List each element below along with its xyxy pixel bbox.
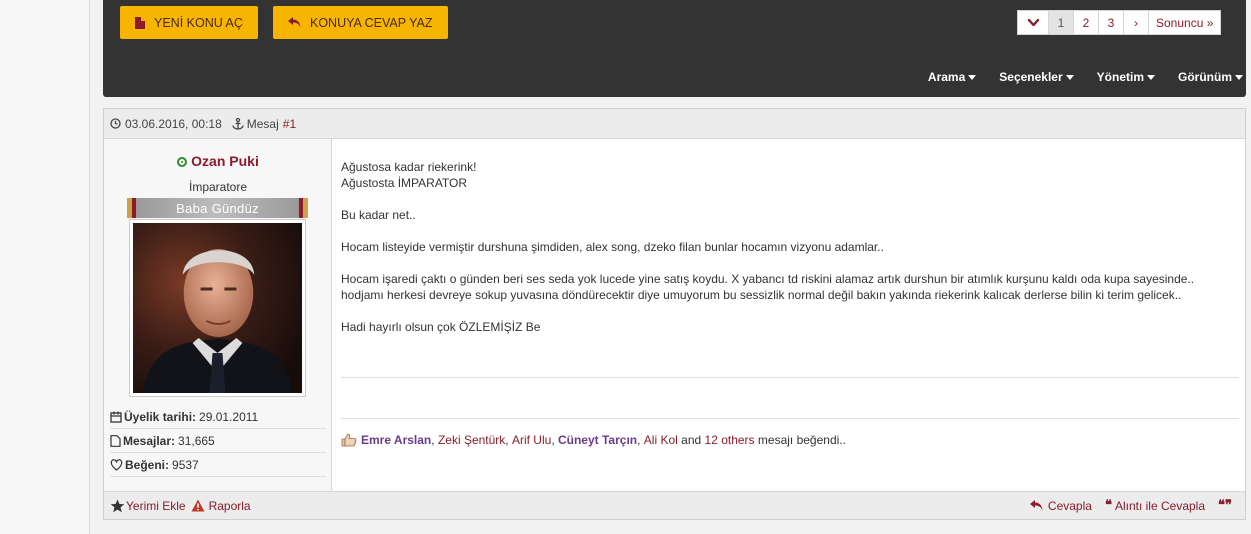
message-line: Ağustosa kadar riekerink! xyxy=(341,160,477,174)
likes-divider xyxy=(341,418,1239,419)
star-icon xyxy=(110,499,125,512)
menu-admin-label: Yönetim xyxy=(1096,70,1144,84)
like-user-link[interactable]: Cüneyt Tarçın xyxy=(558,433,637,447)
quote-reply-button[interactable]: ❝ Alıntı ile Cevapla xyxy=(1105,498,1205,513)
reply-topic-label: KONUYA CEVAP YAZ xyxy=(310,15,433,30)
menu-search[interactable]: Arama xyxy=(927,70,977,84)
username-text: Ozan Puki xyxy=(191,153,259,169)
like-user-link[interactable]: Zeki Şentürk xyxy=(438,433,505,447)
pagination: 1 2 3 › Sonuncu » xyxy=(1017,10,1222,35)
post-permalink[interactable]: #1 xyxy=(283,117,296,131)
message-paragraph: Hadi hayırlı olsun çok ÖZLEMİŞİZ Be xyxy=(341,320,541,334)
menu-admin[interactable]: Yönetim xyxy=(1097,70,1155,84)
like-separator: , xyxy=(551,433,558,447)
like-user-link[interactable]: Arif Ulu xyxy=(512,433,551,447)
user-stats: Üyelik tarihi: 29.01.2011 Mesajlar: 31,6… xyxy=(110,405,326,477)
reply-post-button[interactable]: Cevapla xyxy=(1029,498,1092,513)
post-footer: Yerimi Ekle Raporla Cevapla ❝ Alıntı ile… xyxy=(104,491,1245,519)
reply-arrow-icon xyxy=(1029,500,1043,511)
last-page-link[interactable]: Sonuncu » xyxy=(1148,10,1222,35)
left-gutter xyxy=(0,0,90,534)
like-count-label: Beğeni: xyxy=(125,457,170,472)
page-1-link[interactable]: 1 xyxy=(1048,10,1074,35)
user-post-count: Mesajlar: 31,665 xyxy=(110,429,326,453)
post-count-value: 31,665 xyxy=(178,433,215,448)
post-count-label: Mesajlar: xyxy=(123,433,176,448)
warning-icon xyxy=(191,499,205,512)
thread-toolbar: YENİ KONU AÇ KONUYA CEVAP YAZ 1 2 3 › So… xyxy=(103,0,1246,97)
like-others-link[interactable]: 12 others xyxy=(705,433,755,447)
message-paragraph: Hocam listeyide vermiştir durshuna şimdi… xyxy=(341,240,884,254)
quote-icon: ❝ xyxy=(1104,498,1112,513)
post-message: Ağustosa kadar riekerink! Ağustosta İMPAR… xyxy=(341,159,1236,351)
user-like-count: Beğeni: 9537 xyxy=(110,453,326,477)
message-paragraph: Bu kadar net.. xyxy=(341,208,416,222)
footer-right-actions: Cevapla ❝ Alıntı ile Cevapla ❝❞ xyxy=(1017,498,1235,513)
post-mesaj-label: Mesaj xyxy=(246,116,279,131)
user-rank-banner: Baba Gündüz xyxy=(127,198,308,218)
post-body: Ağustosa kadar riekerink! Ağustosta İMPAR… xyxy=(333,139,1245,491)
clock-icon xyxy=(110,118,121,129)
like-separator: , xyxy=(431,433,438,447)
like-separator: , xyxy=(637,433,644,447)
bookmark-label: Yerimi Ekle xyxy=(126,498,186,513)
reply-topic-button[interactable]: KONUYA CEVAP YAZ xyxy=(273,6,448,39)
message-paragraph: Ağustosa kadar riekerink! Ağustosta İMPAR… xyxy=(341,159,1236,191)
page-2-link[interactable]: 2 xyxy=(1073,10,1099,35)
avatar[interactable] xyxy=(129,219,306,397)
join-date-label: Üyelik tarihi: xyxy=(124,409,197,424)
menu-options-label: Seçenekler xyxy=(999,70,1063,84)
caret-down-icon xyxy=(1065,74,1074,80)
calendar-icon xyxy=(110,411,122,423)
menu-search-label: Arama xyxy=(927,70,966,84)
user-info-panel: Ozan Puki İmparatore Baba Gündüz Üyelik … xyxy=(104,139,332,491)
menu-options[interactable]: Seçenekler xyxy=(999,70,1074,84)
post-header: 03.06.2016, 00:18 Mesaj #1 xyxy=(104,109,1245,139)
bookmark-button[interactable]: Yerimi Ekle xyxy=(110,499,186,513)
thread-menus: Arama Seçenekler Yönetim Görünüm xyxy=(928,70,1246,84)
multi-quote-icon: ❝❞ xyxy=(1218,498,1232,513)
like-count-value: 9537 xyxy=(172,457,199,472)
multi-quote-button[interactable]: ❝❞ xyxy=(1218,498,1235,513)
reply-arrow-icon xyxy=(288,17,301,28)
report-button[interactable]: Raporla xyxy=(191,499,251,513)
footer-left-actions: Yerimi Ekle Raporla xyxy=(110,499,251,513)
page-jump-dropdown[interactable] xyxy=(1017,10,1049,35)
user-join-date: Üyelik tarihi: 29.01.2011 xyxy=(110,405,326,429)
caret-down-icon xyxy=(968,74,977,80)
anchor-icon xyxy=(232,117,244,130)
new-topic-button[interactable]: YENİ KONU AÇ xyxy=(120,6,258,39)
like-suffix-text: mesajı beğendi.. xyxy=(757,433,846,447)
file-icon xyxy=(110,434,121,447)
like-user-link[interactable]: Ali Kol xyxy=(644,433,678,447)
likes-summary: Emre Arslan, Zeki Şentürk, Arif Ulu, Cün… xyxy=(341,433,846,447)
report-label: Raporla xyxy=(208,498,251,513)
user-rank: İmparatore xyxy=(188,180,248,194)
like-separator: , xyxy=(505,433,512,447)
post-container: 03.06.2016, 00:18 Mesaj #1 Ozan Puki İmp… xyxy=(103,108,1246,520)
thumbs-up-icon xyxy=(341,433,357,447)
reply-post-label: Cevapla xyxy=(1047,498,1092,513)
online-status-icon xyxy=(177,157,188,167)
heart-icon xyxy=(110,458,123,471)
next-page-link[interactable]: › xyxy=(1123,10,1149,35)
like-and-text: and xyxy=(681,433,702,447)
menu-view-label: Görünüm xyxy=(1178,70,1232,84)
avatar-image xyxy=(133,223,302,393)
join-date-value: 29.01.2011 xyxy=(199,409,259,424)
new-topic-label: YENİ KONU AÇ xyxy=(154,15,243,30)
quote-reply-label: Alıntı ile Cevapla xyxy=(1114,498,1205,513)
caret-down-icon xyxy=(1147,74,1155,80)
page-3-link[interactable]: 3 xyxy=(1098,10,1124,35)
post-date: 03.06.2016, 00:18 xyxy=(125,116,222,131)
signature-divider xyxy=(341,377,1239,378)
caret-down-icon xyxy=(1235,74,1243,80)
menu-view[interactable]: Görünüm xyxy=(1178,70,1243,84)
username-link[interactable]: Ozan Puki xyxy=(104,153,332,169)
message-paragraph: Hocam işaredi çaktı o günden beri ses se… xyxy=(341,272,1195,302)
chevron-down-icon xyxy=(1027,19,1039,26)
like-user-link[interactable]: Emre Arslan xyxy=(361,433,431,447)
document-icon xyxy=(135,16,145,29)
message-line: Ağustosta İMPARATOR xyxy=(341,176,468,190)
